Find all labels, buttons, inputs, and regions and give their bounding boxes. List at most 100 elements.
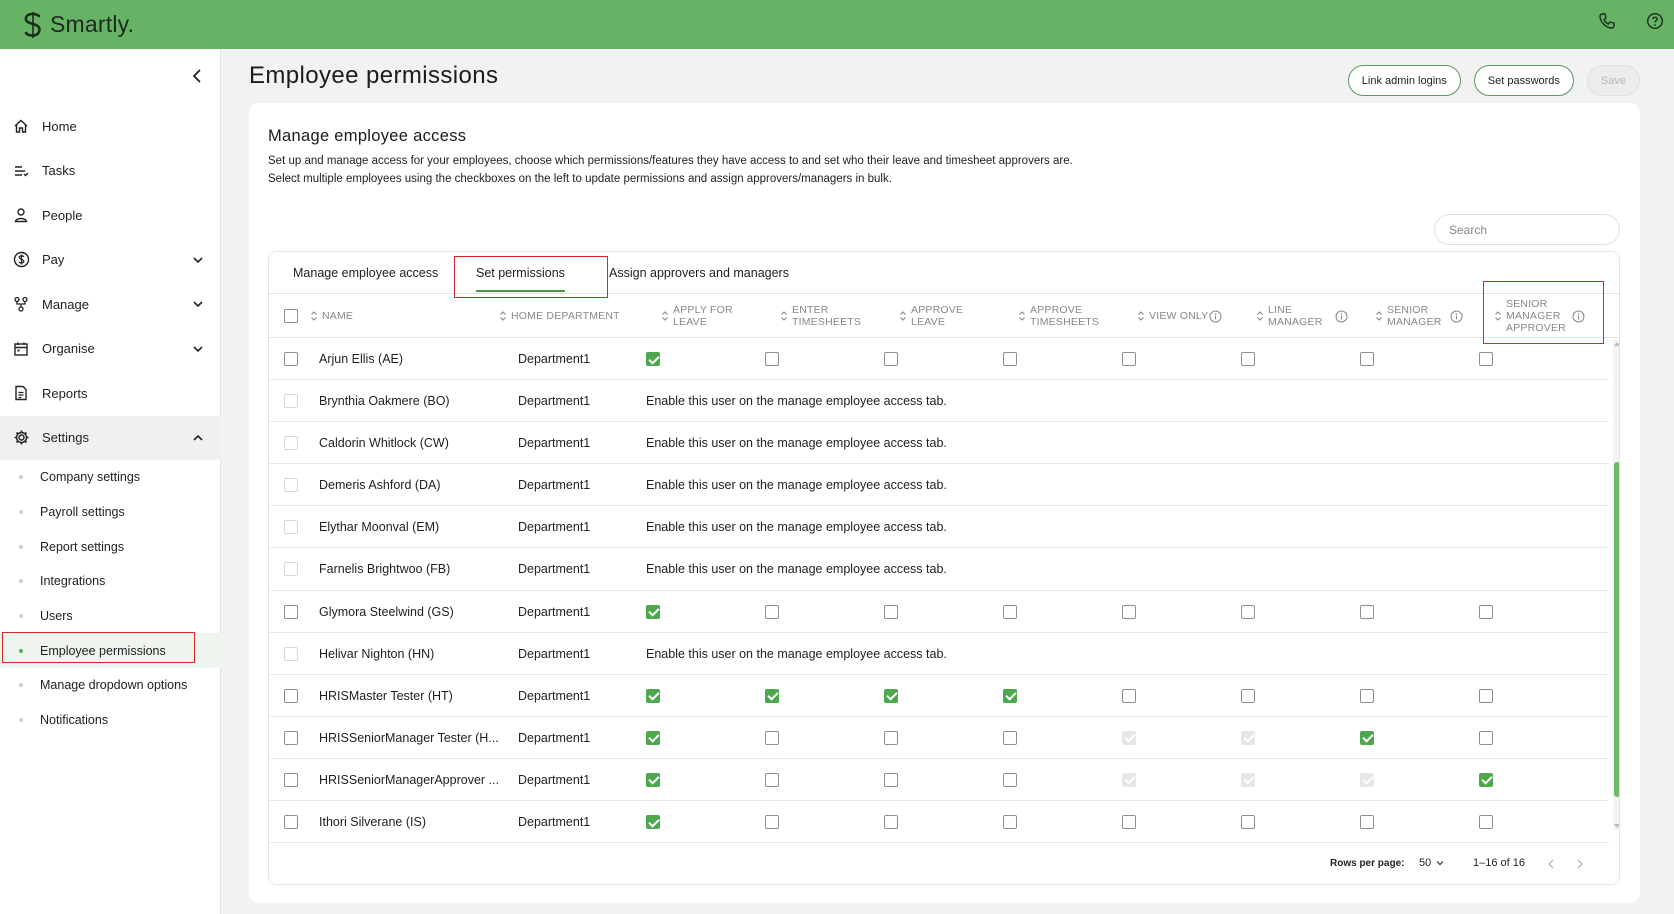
subnav-manage-dropdown-options[interactable]: Manage dropdown options (0, 668, 221, 703)
enter-timesheets-checkbox[interactable] (765, 815, 779, 830)
enter-timesheets-checkbox[interactable] (765, 604, 779, 619)
senior-manager-checkbox[interactable] (1360, 604, 1374, 619)
sidebar-item-manage[interactable]: Manage (0, 282, 221, 327)
approve-leave-checkbox[interactable] (884, 352, 898, 366)
row-select-checkbox[interactable] (284, 478, 298, 493)
scroll-up-icon[interactable] (1613, 340, 1620, 348)
column-header-apply-leave[interactable]: APPLY FOR LEAVE (661, 294, 733, 338)
view-only-checkbox[interactable] (1122, 815, 1136, 830)
subnav-integrations[interactable]: Integrations (0, 564, 221, 599)
scroll-thumb[interactable] (1614, 462, 1619, 797)
senior-manager-approver-checkbox[interactable] (1479, 604, 1493, 619)
link-admin-logins-button[interactable]: Link admin logins (1347, 65, 1461, 96)
approve-leave-checkbox[interactable] (884, 815, 898, 830)
apply-leave-checkbox[interactable] (646, 688, 660, 703)
senior-manager-approver-checkbox[interactable] (1479, 730, 1493, 745)
tab-assign-approvers[interactable]: Assign approvers and managers (609, 252, 789, 294)
column-header-view-only[interactable]: VIEW ONLY (1137, 294, 1222, 338)
approve-timesheets-checkbox[interactable] (1003, 730, 1017, 745)
row-select-checkbox[interactable] (284, 352, 298, 366)
row-select-checkbox[interactable] (284, 436, 298, 451)
search-input[interactable]: Search (1434, 214, 1620, 245)
line-manager-checkbox[interactable] (1241, 688, 1255, 703)
line-manager-checkbox[interactable] (1241, 604, 1255, 619)
column-header-approve-timesheets[interactable]: APPROVE TIMESHEETS (1018, 294, 1099, 338)
view-only-checkbox[interactable] (1122, 352, 1136, 366)
scrollbar[interactable] (1613, 340, 1620, 830)
column-header-approve-leave[interactable]: APPROVE LEAVE (899, 294, 963, 338)
sidebar-item-organise[interactable]: Organise (0, 327, 221, 372)
view-only-checkbox[interactable] (1122, 604, 1136, 619)
select-all-checkbox[interactable] (284, 309, 298, 323)
approve-leave-checkbox[interactable] (884, 604, 898, 619)
rows-per-page-select[interactable]: 50 (1419, 857, 1445, 869)
row-select-checkbox[interactable] (284, 562, 298, 577)
senior-manager-checkbox[interactable] (1360, 730, 1374, 745)
enter-timesheets-checkbox[interactable] (765, 772, 779, 787)
column-header-name[interactable]: NAME (310, 294, 353, 338)
subnav-report-settings[interactable]: Report settings (0, 529, 221, 564)
apply-leave-checkbox[interactable] (646, 352, 660, 366)
info-icon[interactable] (1209, 310, 1222, 323)
approve-timesheets-checkbox[interactable] (1003, 604, 1017, 619)
next-page-icon[interactable] (1574, 858, 1586, 870)
row-select-checkbox[interactable] (284, 688, 298, 703)
set-passwords-button[interactable]: Set passwords (1473, 65, 1574, 96)
subnav-users[interactable]: Users (0, 599, 221, 634)
row-select-checkbox[interactable] (284, 520, 298, 535)
save-button[interactable]: Save (1586, 65, 1640, 96)
row-select-checkbox[interactable] (284, 604, 298, 619)
sidebar-item-pay[interactable]: Pay (0, 238, 221, 283)
apply-leave-checkbox[interactable] (646, 730, 660, 745)
sidebar-item-home[interactable]: Home (0, 104, 221, 149)
approve-leave-checkbox[interactable] (884, 772, 898, 787)
help-icon[interactable] (1646, 12, 1664, 30)
line-manager-checkbox[interactable] (1241, 352, 1255, 366)
phone-icon[interactable] (1598, 12, 1616, 30)
previous-page-icon[interactable] (1545, 858, 1557, 870)
approve-timesheets-checkbox[interactable] (1003, 772, 1017, 787)
line-manager-checkbox[interactable] (1241, 815, 1255, 830)
enter-timesheets-checkbox[interactable] (765, 688, 779, 703)
apply-leave-checkbox[interactable] (646, 772, 660, 787)
approve-leave-checkbox[interactable] (884, 688, 898, 703)
approve-timesheets-checkbox[interactable] (1003, 815, 1017, 830)
column-header-enter-timesheets[interactable]: ENTER TIMESHEETS (780, 294, 861, 338)
senior-manager-approver-checkbox[interactable] (1479, 352, 1493, 366)
subnav-company-settings[interactable]: Company settings (0, 460, 221, 495)
apply-leave-checkbox[interactable] (646, 604, 660, 619)
subnav-notifications[interactable]: Notifications (0, 703, 221, 738)
row-select-checkbox[interactable] (284, 394, 298, 409)
enter-timesheets-checkbox[interactable] (765, 730, 779, 745)
row-select-checkbox[interactable] (284, 646, 298, 661)
enter-timesheets-checkbox[interactable] (765, 352, 779, 366)
row-select-checkbox[interactable] (284, 815, 298, 830)
view-only-checkbox[interactable] (1122, 688, 1136, 703)
senior-manager-checkbox[interactable] (1360, 815, 1374, 830)
row-select-checkbox[interactable] (284, 772, 298, 787)
approve-timesheets-checkbox[interactable] (1003, 352, 1017, 366)
sidebar-item-tasks[interactable]: Tasks (0, 149, 221, 194)
approve-timesheets-checkbox[interactable] (1003, 688, 1017, 703)
info-icon[interactable] (1450, 310, 1463, 323)
sidebar-item-people[interactable]: People (0, 193, 221, 238)
sidebar-item-settings[interactable]: Settings (0, 415, 221, 460)
collapse-sidebar-icon[interactable] (188, 67, 206, 85)
column-header-department[interactable]: HOME DEPARTMENT (499, 294, 620, 338)
senior-manager-approver-checkbox[interactable] (1479, 815, 1493, 830)
column-header-senior-manager[interactable]: SENIOR MANAGER (1375, 294, 1463, 338)
senior-manager-checkbox[interactable] (1360, 352, 1374, 366)
subnav-payroll-settings[interactable]: Payroll settings (0, 495, 221, 530)
logo[interactable]: Smartly. (22, 11, 134, 38)
column-header-line-manager[interactable]: LINE MANAGER (1256, 294, 1348, 338)
apply-leave-checkbox[interactable] (646, 815, 660, 830)
tab-manage-employee-access[interactable]: Manage employee access (293, 252, 438, 294)
senior-manager-approver-checkbox[interactable] (1479, 772, 1493, 787)
info-icon[interactable] (1335, 310, 1348, 323)
senior-manager-checkbox[interactable] (1360, 688, 1374, 703)
row-select-checkbox[interactable] (284, 730, 298, 745)
sidebar-item-reports[interactable]: Reports (0, 371, 221, 416)
approve-leave-checkbox[interactable] (884, 730, 898, 745)
scroll-down-icon[interactable] (1613, 822, 1620, 830)
senior-manager-approver-checkbox[interactable] (1479, 688, 1493, 703)
